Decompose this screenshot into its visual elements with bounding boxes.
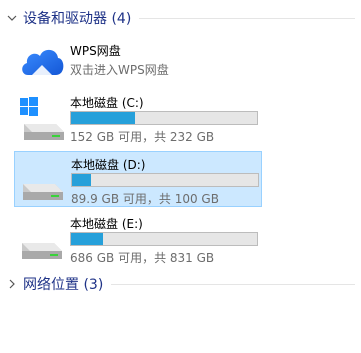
drive-free-space: 89.9 GB 可用，共 100 GB [71, 192, 219, 206]
drive-name: 本地磁盘 (C:) [70, 96, 144, 110]
drive-free-space: 152 GB 可用，共 232 GB [70, 130, 215, 144]
drive-name: 本地磁盘 (E:) [70, 217, 143, 231]
drive-d-item[interactable]: 本地磁盘 (D:) 89.9 GB 可用，共 100 GB [14, 151, 262, 207]
chevron-down-icon[interactable] [6, 12, 18, 24]
group-title-network: 网络位置 (3) [23, 277, 104, 293]
group-title-devices: 设备和驱动器 (4) [23, 11, 132, 27]
item-name: WPS网盘 [70, 44, 121, 58]
drive-name: 本地磁盘 (D:) [71, 158, 146, 172]
usage-bar-fill [71, 233, 104, 245]
drive-e-item[interactable]: 本地磁盘 (E:) 686 GB 可用，共 831 GB [14, 211, 262, 267]
group-header-devices[interactable]: 设备和驱动器 (4) [6, 8, 355, 28]
windows-drive-icon [20, 97, 64, 140]
usage-bar-fill [72, 174, 91, 186]
hard-drive-icon [22, 243, 62, 259]
drive-c-item[interactable]: 本地磁盘 (C:) 152 GB 可用，共 232 GB [14, 90, 262, 146]
group-divider [139, 17, 355, 19]
group-divider [111, 283, 355, 285]
hard-drive-icon [23, 184, 63, 200]
wps-cloud-item[interactable]: WPS网盘 双击进入WPS网盘 [14, 37, 262, 81]
group-header-network[interactable]: 网络位置 (3) [6, 274, 355, 294]
item-subtitle: 双击进入WPS网盘 [70, 63, 169, 77]
drive-free-space: 686 GB 可用，共 831 GB [70, 251, 215, 265]
usage-bar [71, 173, 259, 187]
chevron-right-icon[interactable] [6, 278, 18, 290]
usage-bar-fill [71, 112, 136, 124]
usage-bar [70, 111, 258, 125]
usage-bar [70, 232, 258, 246]
wps-cloud-icon [22, 49, 64, 75]
